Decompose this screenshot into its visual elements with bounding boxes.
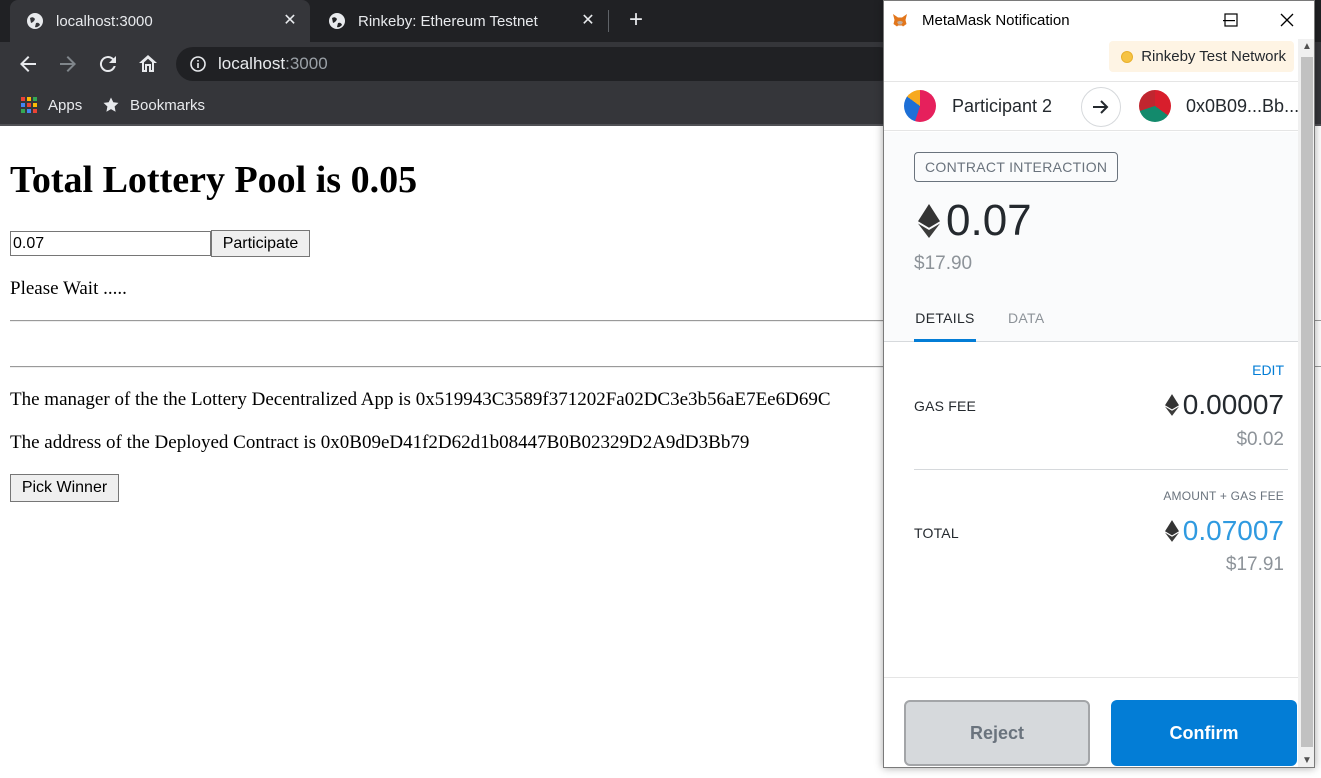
info-icon[interactable] (190, 56, 206, 72)
gas-fee-value: 0.00007 (1164, 389, 1284, 421)
amount-usd: $17.90 (914, 253, 973, 274)
total-usd: $17.91 (1225, 554, 1284, 575)
reject-button[interactable]: Reject (904, 700, 1090, 766)
amount-input[interactable] (10, 231, 211, 256)
globe-icon (329, 13, 345, 29)
ethereum-icon (918, 204, 940, 238)
gas-fee-usd: $0.02 (1236, 429, 1284, 450)
star-icon (103, 97, 119, 112)
divider (10, 366, 885, 368)
scrollbar-thumb[interactable] (1301, 57, 1313, 747)
transaction-summary: CONTRACT INTERACTION 0.07 $17.90 DETAILS… (884, 132, 1298, 342)
maximize-icon[interactable] (1222, 11, 1240, 29)
total-label: TOTAL (914, 525, 959, 541)
gas-fee-eth: 0.00007 (1182, 389, 1284, 420)
window-title: MetaMask Notification (922, 11, 1070, 29)
details-tabs: DETAILS DATA (884, 300, 1298, 342)
confirm-button[interactable]: Confirm (1111, 700, 1297, 766)
tab-rinkeby[interactable]: Rinkeby: Ethereum Testnet ✕ (312, 0, 608, 42)
sender-avatar (904, 90, 936, 122)
scroll-down-icon[interactable]: ▼ (1298, 753, 1314, 767)
status-message: Please Wait ..... (10, 278, 127, 299)
window-titlebar: MetaMask Notification (884, 1, 1314, 39)
metamask-fox-icon (893, 14, 907, 27)
globe-icon (27, 13, 43, 29)
scrollbar[interactable]: ▲ ▼ (1298, 39, 1314, 767)
address-bar[interactable]: localhost:3000 (176, 47, 896, 81)
ethereum-icon (1164, 520, 1179, 542)
amount-plus-gas-label: AMOUNT + GAS FEE (1163, 489, 1284, 503)
divider (914, 469, 1288, 470)
sender-account-name[interactable]: Participant 2 (952, 96, 1052, 117)
total-value: 0.07007 (1164, 515, 1284, 547)
scroll-up-icon[interactable]: ▲ (1298, 39, 1314, 55)
network-name: Rinkeby Test Network (1141, 48, 1286, 65)
reload-icon[interactable] (96, 52, 120, 76)
action-footer: Reject Confirm (884, 677, 1298, 767)
close-window-icon[interactable] (1278, 11, 1296, 29)
bookmark-bookmarks[interactable]: Bookmarks (102, 96, 205, 114)
back-arrow-icon[interactable] (16, 52, 40, 76)
bookmark-label: Bookmarks (130, 96, 206, 114)
contract-interaction-badge: CONTRACT INTERACTION (914, 152, 1119, 182)
ethereum-icon (1164, 394, 1179, 416)
metamask-body: Rinkeby Test Network Participant 2 0x0B0… (884, 39, 1299, 767)
apps-grid-icon (21, 97, 37, 113)
amount-eth: 0.07 (946, 196, 1032, 245)
total-eth: 0.07007 (1182, 515, 1284, 546)
recipient-address[interactable]: 0x0B09...Bb... (1186, 96, 1299, 117)
gas-fee-label: GAS FEE (914, 398, 977, 414)
recipient-avatar (1139, 90, 1171, 122)
metamask-notification-window: MetaMask Notification Rinkeby Test Netwo… (883, 0, 1315, 768)
sender-recipient-row: Participant 2 0x0B09...Bb... (884, 81, 1299, 131)
bookmark-label: Apps (48, 96, 83, 114)
arrow-right-icon (1081, 87, 1121, 127)
tab-title: Rinkeby: Ethereum Testnet (358, 12, 538, 30)
network-badge[interactable]: Rinkeby Test Network (1109, 41, 1294, 72)
home-icon[interactable] (136, 52, 160, 76)
close-tab-icon[interactable]: ✕ (580, 13, 596, 29)
participate-button[interactable]: Participate (211, 230, 310, 257)
new-tab-button[interactable]: + (622, 8, 650, 34)
contract-address-text: The address of the Deployed Contract is … (10, 432, 750, 453)
tab-details[interactable]: DETAILS (914, 310, 976, 342)
tab-separator (608, 10, 609, 32)
lottery-page: Total Lottery Pool is 0.05 Participate P… (0, 128, 885, 778)
tab-data[interactable]: DATA (1008, 310, 1044, 326)
amount-display: 0.07 (918, 196, 1032, 246)
pick-winner-button[interactable]: Pick Winner (10, 474, 119, 502)
bookmark-apps[interactable]: Apps (20, 96, 82, 114)
network-status-dot (1121, 50, 1134, 63)
tab-title: localhost:3000 (56, 12, 153, 30)
forward-arrow-icon[interactable] (56, 52, 80, 76)
url-port: :3000 (285, 54, 328, 73)
divider (10, 320, 885, 322)
tab-localhost[interactable]: localhost:3000 ✕ (10, 0, 310, 42)
manager-address-text: The manager of the the Lottery Decentral… (10, 389, 831, 410)
url-host: localhost (218, 54, 286, 73)
edit-gas-link[interactable]: EDIT (1252, 362, 1284, 378)
page-title: Total Lottery Pool is 0.05 (10, 159, 418, 201)
close-tab-icon[interactable]: ✕ (282, 13, 298, 29)
